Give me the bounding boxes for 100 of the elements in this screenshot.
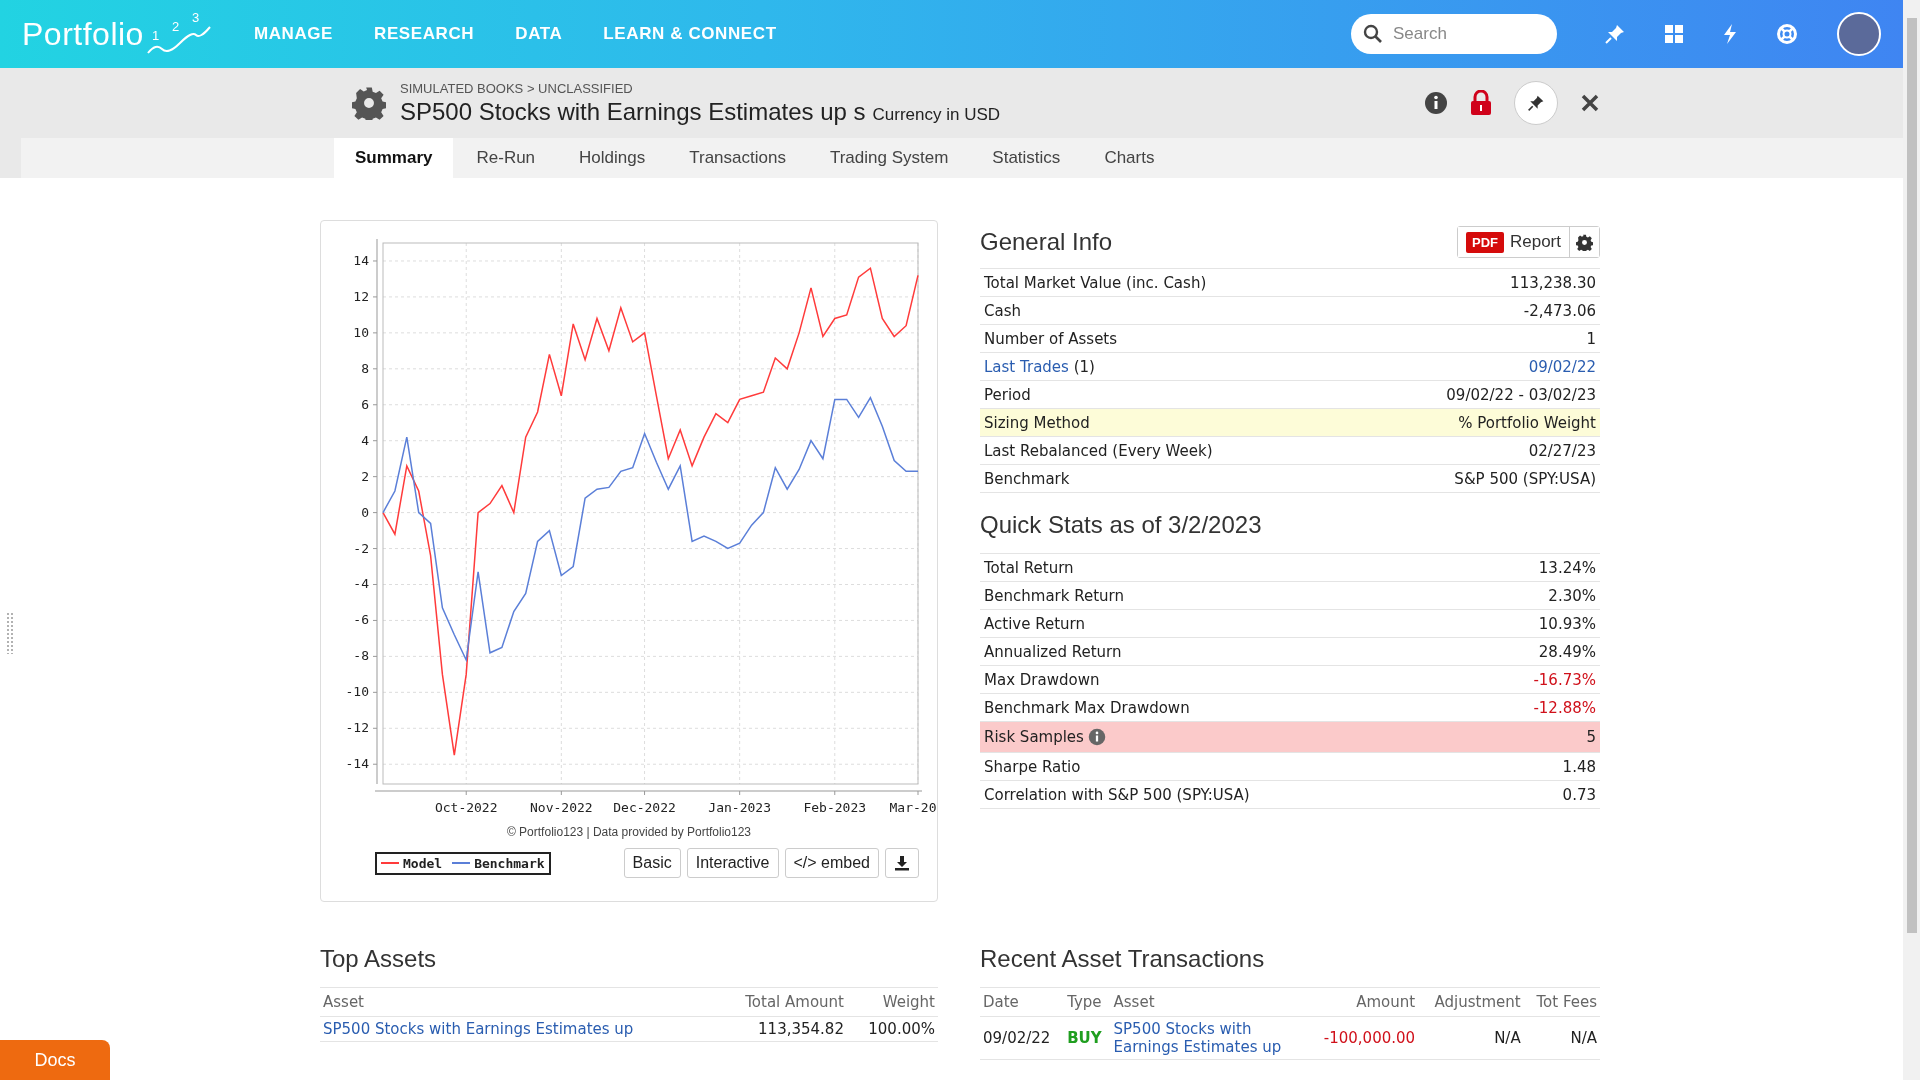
- row-value: 0.73: [1562, 785, 1596, 804]
- row-label: Period: [984, 385, 1031, 404]
- column-header: Amount: [1306, 987, 1419, 1017]
- table-cell: N/A: [1523, 1016, 1600, 1060]
- y-tick-label: -14: [345, 756, 369, 772]
- x-tick-label: Feb-2023: [803, 800, 867, 815]
- row-label: Benchmark Return: [984, 586, 1124, 605]
- column-header: Type: [1064, 987, 1111, 1017]
- user-avatar[interactable]: [1837, 12, 1881, 56]
- pin-button[interactable]: [1514, 81, 1558, 125]
- row-value: 2.30%: [1548, 586, 1596, 605]
- row-value: -16.73%: [1533, 670, 1596, 689]
- tab[interactable]: Re-Run: [455, 138, 557, 178]
- row-label: Annualized Return: [984, 642, 1122, 661]
- scrollbar[interactable]: [1903, 0, 1920, 1080]
- row-label: Number of Assets: [984, 329, 1118, 348]
- tab[interactable]: Charts: [1083, 138, 1176, 178]
- column-header: Tot Fees: [1523, 987, 1600, 1017]
- download-button[interactable]: [885, 848, 919, 878]
- table-cell: 100.00%: [846, 1016, 938, 1042]
- row-value: 10.93%: [1538, 614, 1596, 633]
- row-label: Sizing Method: [984, 413, 1090, 432]
- portfolio-title: SP500 Stocks with Earnings Estimates up s: [400, 97, 866, 126]
- x-tick-label: Mar-20: [889, 800, 937, 815]
- tab[interactable]: Statistics: [971, 138, 1082, 178]
- chart-mode-button[interactable]: </> embed: [784, 848, 879, 878]
- search-field[interactable]: Search: [1391, 23, 1545, 45]
- legend-label: Benchmark: [474, 855, 545, 871]
- y-tick-label: -4: [353, 576, 369, 592]
- row-value: 1.48: [1562, 757, 1596, 776]
- row-label: Benchmark: [984, 469, 1070, 488]
- row-value: 5: [1586, 728, 1596, 746]
- pin-icon: [1527, 94, 1545, 112]
- y-tick-label: 2: [361, 468, 369, 484]
- table-cell: -100,000.00: [1306, 1016, 1419, 1060]
- y-tick-label: -6: [353, 612, 369, 628]
- search-box[interactable]: Search: [1351, 14, 1557, 54]
- info-icon[interactable]: [1424, 91, 1448, 115]
- asset-link[interactable]: SP500 Stocks with Earnings Estimates up: [323, 1020, 634, 1038]
- row-value: -12.88%: [1533, 698, 1596, 717]
- row-value: 28.49%: [1538, 642, 1596, 661]
- x-tick-label: Nov-2022: [530, 800, 593, 815]
- chart-mode-button[interactable]: Basic: [623, 848, 681, 878]
- row-value: 02/27/23: [1528, 441, 1596, 460]
- lightning-icon[interactable]: [1722, 23, 1738, 45]
- last-trades-link[interactable]: Last Trades: [984, 357, 1069, 376]
- x-tick-label: Oct-2022: [434, 800, 498, 815]
- y-tick-label: -8: [353, 648, 369, 664]
- transaction-type: BUY: [1064, 1016, 1111, 1060]
- y-tick-label: 12: [353, 288, 369, 304]
- tab[interactable]: Trading System: [808, 138, 970, 178]
- lifebuoy-icon[interactable]: [1776, 23, 1798, 45]
- date-link[interactable]: 09/02/22: [1528, 357, 1596, 376]
- row-value: 1: [1586, 329, 1596, 348]
- y-tick-label: 4: [361, 432, 369, 448]
- y-tick-label: 0: [361, 504, 369, 520]
- section-title: Quick Stats as of 3/2/2023: [980, 511, 1263, 539]
- grid-icon[interactable]: [1664, 24, 1684, 44]
- tab[interactable]: Holdings: [558, 138, 667, 178]
- section-title: Recent Asset Transactions: [980, 945, 1266, 973]
- info-icon[interactable]: [1087, 728, 1106, 746]
- row-value: 113,238.30: [1510, 273, 1596, 292]
- pin-icon[interactable]: [1604, 23, 1626, 45]
- section-title: General Info: [980, 228, 1113, 256]
- x-tick-label: Jan-2023: [708, 800, 771, 815]
- pdf-report-button[interactable]: PDF Report: [1457, 227, 1570, 257]
- tab[interactable]: Transactions: [668, 138, 807, 178]
- tab[interactable]: Summary: [334, 138, 454, 178]
- row-label: Max Drawdown: [984, 670, 1100, 689]
- column-header: Asset: [1110, 987, 1307, 1017]
- y-tick-label: 8: [361, 360, 369, 376]
- table-cell: N/A: [1418, 1016, 1524, 1060]
- column-header: Adjustment: [1418, 987, 1524, 1017]
- column-header: Total Amount: [715, 987, 847, 1017]
- row-value: 09/02/22 - 03/02/23: [1446, 385, 1596, 404]
- row-value: -2,473.06: [1523, 301, 1596, 320]
- column-header: Date: [980, 987, 1065, 1017]
- row-value: 13.24%: [1538, 558, 1596, 577]
- y-tick-label: 14: [353, 252, 369, 268]
- row-label: Last Rebalanced (Every Week): [984, 441, 1213, 460]
- currency-label: Currency in USD: [872, 104, 1001, 125]
- settings-icon[interactable]: [352, 86, 386, 120]
- asset-link[interactable]: SP500 Stocks with Earnings Estimates up: [1113, 1020, 1304, 1056]
- row-label: Active Return: [984, 614, 1085, 633]
- breadcrumb: SIMULATED BOOKS > UNCLASSIFIED: [400, 80, 634, 96]
- drag-handle-icon[interactable]: [6, 610, 14, 654]
- row-label: Correlation with S&P 500 (SPY:USA): [984, 785, 1250, 804]
- y-tick-label: -10: [345, 684, 369, 700]
- lock-icon[interactable]: [1470, 90, 1492, 116]
- download-icon: [894, 855, 910, 871]
- y-tick-label: 6: [361, 396, 369, 412]
- close-icon[interactable]: [1580, 93, 1600, 113]
- column-header: Asset: [320, 987, 716, 1017]
- y-tick-label: -12: [345, 720, 369, 736]
- column-header: Weight: [846, 987, 938, 1017]
- row-label: Benchmark Max Drawdown: [984, 698, 1190, 717]
- chart-mode-button[interactable]: Interactive: [686, 848, 779, 878]
- section-title: Top Assets: [320, 945, 438, 973]
- row-label: Total Market Value (inc. Cash): [984, 273, 1207, 292]
- gear-icon: [1576, 233, 1593, 251]
